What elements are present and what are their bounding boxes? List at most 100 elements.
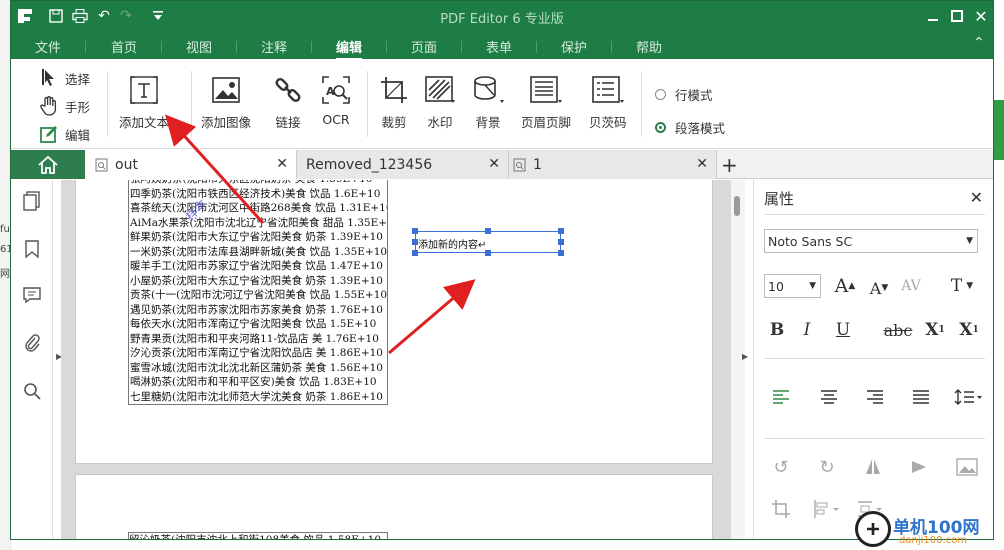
table-row: 张阿姨奶茶(沈阳市大东区沈阳奶茶 美食 1.59E+10 [129,180,387,187]
tab-1[interactable]: 1 ✕ [509,150,717,179]
search-icon[interactable] [21,380,43,402]
font-size-select[interactable]: 10 ▼ [764,274,821,298]
strikethrough-icon[interactable]: abc [876,318,920,342]
properties-panel: 属性 ✕ Noto Sans SC ▼ 10 ▼ A ▲ A ▼ AV T ▼ B I… [753,180,993,539]
align-right-icon[interactable] [862,385,888,409]
add-image-tool[interactable]: 添加图像 [201,73,251,131]
edit-icon [39,124,59,144]
align-left-icon[interactable] [768,385,794,409]
rotate-left-icon[interactable]: ↺ [768,455,794,479]
menu-file[interactable]: 文件 [35,37,61,56]
edit-tool-label: 编辑 [65,127,91,143]
table-row: 野青果贡(沈阳市和平夹河路11-饮品店 美 1.76E+10 [130,332,379,345]
resize-handle[interactable] [485,228,491,234]
table-row: 小屋奶茶(沈阳市大东辽宁省沈阳美食 奶茶 1.39E+10 [130,274,383,287]
underline-icon[interactable]: U [828,318,858,342]
italic-icon[interactable]: I [792,318,822,342]
thumbnails-icon[interactable] [21,190,43,212]
subscript-icon[interactable]: X1 [954,318,984,342]
radio-unchecked-icon [655,89,666,100]
font-family-select[interactable]: Noto Sans SC ▼ [764,229,978,253]
menu-edit[interactable]: 编辑 [336,37,363,61]
crop-image-icon[interactable] [768,497,794,521]
add-text-tool[interactable]: 添加文本 [119,73,169,131]
menu-form[interactable]: 表单 [486,37,512,56]
bates-number-label: 贝茨码 [589,115,627,130]
resize-handle[interactable] [485,250,491,256]
table-row: 贡茶(十一(沈阳市沈河辽宁省沈阳美食 饮品 1.55E+10 [130,289,387,301]
menu-view[interactable]: 视图 [186,37,212,56]
close-tab-icon[interactable]: ✕ [488,156,500,172]
character-spacing-icon[interactable]: AV [896,274,926,298]
resize-handle[interactable] [558,239,564,245]
add-text-label: 添加文本 [119,115,170,130]
ocr-tool[interactable]: A OCR [319,73,353,127]
collapse-right-panel-icon[interactable]: ▶ [742,352,748,361]
attachment-icon[interactable] [21,332,43,354]
align-center-icon[interactable] [816,385,842,409]
line-mode-radio[interactable]: 行模式 [655,85,713,104]
link-tool[interactable]: 链接 [271,73,305,131]
tab-removed[interactable]: Removed_123456 ✕ [297,150,509,179]
menu-home[interactable]: 首页 [111,37,137,56]
resize-handle[interactable] [558,228,564,234]
close-tab-icon[interactable]: ✕ [696,156,708,172]
header-footer-tool[interactable]: 页眉页脚 [521,73,571,131]
resize-handle[interactable] [558,250,564,256]
collapse-ribbon-icon[interactable]: ⌃ [973,35,985,51]
paragraph-mode-radio[interactable]: 段落模式 [655,118,725,137]
bookmark-icon[interactable] [21,238,43,260]
flip-horizontal-icon[interactable] [906,455,932,479]
font-size-value: 10 [768,279,784,294]
comment-icon[interactable] [21,284,43,306]
background-icon [471,73,505,107]
text-color-icon[interactable]: T ▼ [942,274,982,298]
rotate-right-icon[interactable]: ↻ [814,455,840,479]
menu-help[interactable]: 帮助 [636,37,662,56]
replace-image-icon[interactable] [954,455,980,479]
select-tool[interactable]: 选择 [39,68,90,88]
background-tool[interactable]: 背景 [471,73,505,131]
pdf-page: 张阿姨奶茶(沈阳市大东区沈阳奶茶 美食 1.59E+10四季奶茶(沈阳市铁西区经… [75,180,713,464]
menu-annotate[interactable]: 注释 [261,37,287,56]
bates-number-tool[interactable]: 贝茨码 [589,73,627,131]
table-row: 七里糖奶(沈阳市沈北师范大学沈美食 奶茶 1.86E+10 [130,390,383,403]
tab-1-label: 1 [533,156,542,173]
crop-tool[interactable]: 裁剪 [377,73,411,131]
new-tab-icon[interactable]: + [721,153,738,177]
decrease-font-icon[interactable]: A ▼ [864,276,894,300]
home-tab[interactable] [11,150,85,179]
justify-icon[interactable] [908,385,934,409]
resize-handle[interactable] [412,250,418,256]
minimize-icon[interactable] [923,6,943,26]
resize-handle[interactable] [412,228,418,234]
maximize-icon[interactable] [947,6,967,26]
font-family-value: Noto Sans SC [768,234,853,249]
crop-label: 裁剪 [381,115,407,130]
tab-out[interactable]: out ✕ [85,150,297,179]
bold-icon[interactable]: B [762,318,792,342]
menu-protect[interactable]: 保护 [561,37,587,56]
close-tab-icon[interactable]: ✕ [276,156,288,172]
table-row: 蜜雪冰城(沈阳市沈北沈北新区蒲奶茶 美食 1.56E+10 [130,361,383,374]
edit-tool[interactable]: 编辑 [39,124,90,144]
flip-vertical-icon[interactable] [860,455,886,479]
header-footer-label: 页眉页脚 [521,115,572,130]
tab-out-label: out [115,156,138,173]
pdf-page-2: 留沁奶茶(沈阳市沈北上和街108美食 饮品 1.58E+10 [75,474,713,539]
increase-font-icon[interactable]: A ▲ [830,274,860,298]
site-watermark: 单机100网 danji100.com [855,511,1004,550]
ribbon: 选择 手形 编辑 添加文本 添加图像 链接 A OCR 裁剪 水印 背景 页眉页… [11,59,993,149]
close-window-icon[interactable]: ✕ [971,6,991,26]
align-objects-icon[interactable] [808,497,848,521]
resize-handle[interactable] [412,239,418,245]
scrollbar-thumb[interactable] [734,196,740,216]
menu-page[interactable]: 页面 [411,37,437,56]
document-search-icon [513,158,526,171]
superscript-icon[interactable]: X1 [920,318,950,342]
hand-tool[interactable]: 手形 [39,96,90,116]
radio-checked-icon [655,122,666,133]
close-panel-icon[interactable]: ✕ [970,188,983,207]
line-spacing-icon[interactable] [950,385,986,409]
watermark-tool[interactable]: 水印 [423,73,457,131]
